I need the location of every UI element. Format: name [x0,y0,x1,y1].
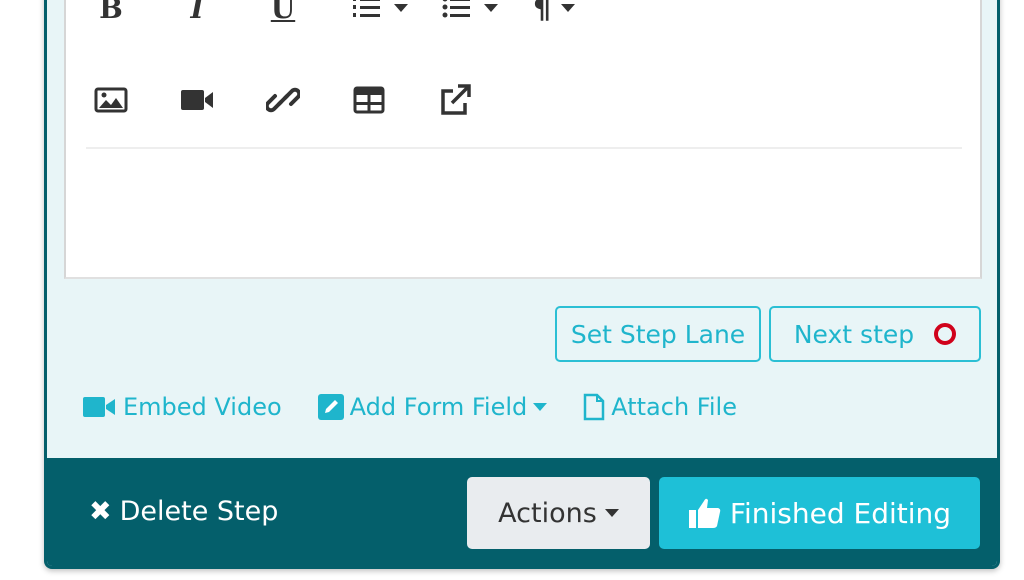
attach-file-link[interactable]: Attach File [583,393,737,421]
finished-editing-label: Finished Editing [729,496,952,530]
underline-icon: U [270,0,296,25]
chevron-down-icon [533,403,548,411]
step-links: Embed Video Add Form Field Attach File [83,393,773,421]
attach-file-label: Attach File [611,393,737,421]
status-circle-icon [934,323,957,345]
chevron-down-icon [560,4,575,12]
next-step-label: Next step [793,319,915,349]
next-step-button[interactable]: Next step [769,306,981,362]
bold-icon: B [99,0,123,25]
thumbs-up-icon [688,498,721,528]
paragraph-icon: ¶ [533,0,551,25]
file-icon [583,393,605,421]
embed-video-label: Embed Video [123,393,282,421]
toolbar-divider [86,147,962,149]
rich-text-editor[interactable]: B I U ¶ [64,0,982,279]
link-icon [266,87,300,113]
insert-link-button[interactable] [258,80,308,120]
ordered-list-dropdown[interactable] [344,0,414,28]
actions-label: Actions [498,497,597,529]
ordered-list-icon [353,0,380,17]
add-form-field-label: Add Form Field [349,393,528,421]
step-editor-card: B I U ¶ Set Step Lane Next step Embed Vi… [44,0,1000,569]
insert-table-button[interactable] [344,80,394,120]
bold-button[interactable]: B [86,0,136,28]
add-form-field-dropdown[interactable]: Add Form Field [317,393,548,421]
close-icon: ✖ [89,496,112,527]
insert-video-button[interactable] [172,80,222,120]
toolbar-row-insert [86,80,516,120]
insert-image-button[interactable] [86,80,136,120]
chevron-down-icon [604,509,619,517]
edit-icon [317,394,344,420]
set-step-lane-button[interactable]: Set Step Lane [555,306,761,362]
card-footer: ✖ Delete Step Actions Finished Editing [47,458,997,566]
video-icon [83,397,115,417]
delete-step-label: Delete Step [119,496,279,527]
external-link-icon [441,84,471,115]
unordered-list-icon [442,0,470,18]
finished-editing-button[interactable]: Finished Editing [659,477,980,549]
italic-button[interactable]: I [172,0,222,28]
actions-dropdown[interactable]: Actions [467,477,650,549]
chevron-down-icon [394,4,408,12]
toolbar-row-formatting: B I U ¶ [86,0,620,28]
chevron-down-icon [484,4,498,12]
embed-video-link[interactable]: Embed Video [83,393,282,421]
italic-icon: I [190,0,204,25]
table-icon [353,86,385,114]
insert-external-link-button[interactable] [430,80,480,120]
delete-step-button[interactable]: ✖ Delete Step [89,496,278,527]
image-icon [94,87,128,113]
paragraph-dropdown[interactable]: ¶ [524,0,584,28]
underline-button[interactable]: U [258,0,308,28]
unordered-list-dropdown[interactable] [434,0,504,28]
video-icon [181,90,213,110]
